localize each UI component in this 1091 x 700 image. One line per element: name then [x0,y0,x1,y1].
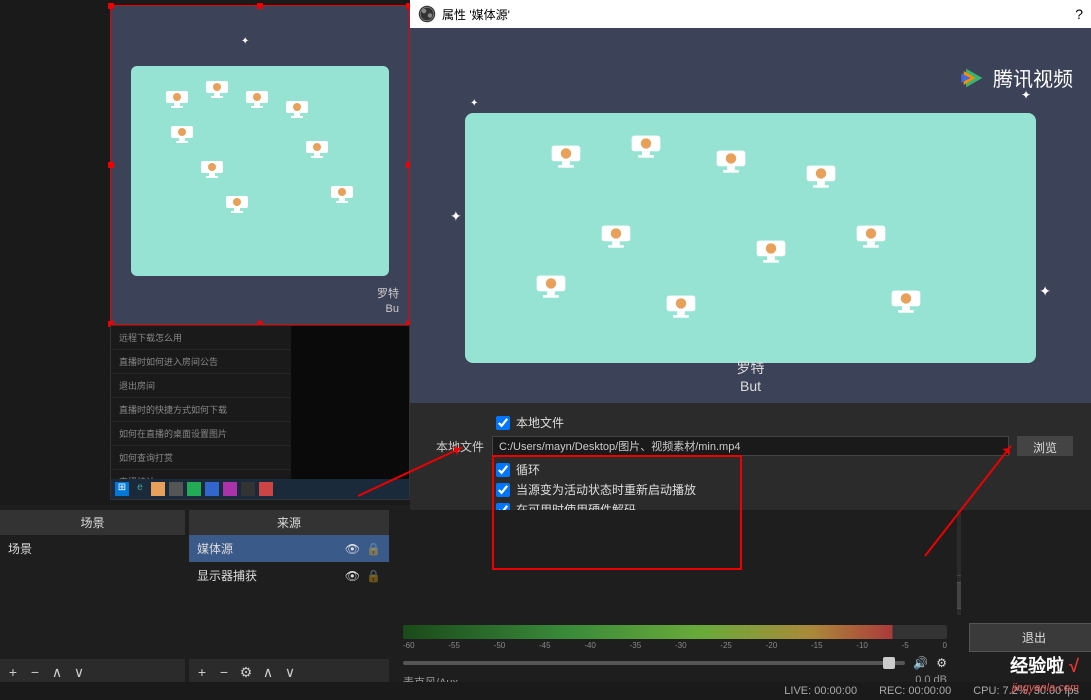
exit-button[interactable]: 退出 [969,623,1091,652]
loop-label: 循环 [516,461,540,478]
loop-checkbox[interactable] [496,463,510,477]
source-down-button[interactable]: ∨ [280,662,300,682]
visibility-icon[interactable]: 👁 [345,542,360,556]
restart-on-activate-label: 当源变为活动状态时重新启动播放 [516,481,696,498]
sources-panel: 来源 媒体源 👁 🔒 显示器捕获 👁 🔒 + − ⚙ ∧ ∨ [189,510,389,685]
add-source-button[interactable]: + [192,662,212,682]
source-settings-button[interactable]: ⚙ [236,662,256,682]
local-file-path-input[interactable] [492,436,1009,456]
scenes-header: 场景 [0,510,185,535]
resize-handle[interactable] [108,3,114,9]
browse-button[interactable]: 浏览 [1017,436,1073,456]
dialog-title-text: 属性 '媒体源' [442,6,510,23]
dialog-titlebar[interactable]: 属性 '媒体源' ? [410,0,1091,28]
local-file-checkbox[interactable] [496,416,510,430]
help-button[interactable]: ? [1075,6,1083,22]
volume-slider[interactable] [403,661,905,665]
resize-handle[interactable] [108,162,114,168]
display-capture-thumbnail: 远程下载怎么用 直播时如何进入房间公告 退出房间 直播时的快捷方式如何下载 如何… [110,325,410,500]
restart-on-activate-checkbox[interactable] [496,483,510,497]
mixer-gear-icon[interactable]: ⚙ [936,656,947,670]
add-scene-button[interactable]: + [3,662,23,682]
scene-up-button[interactable]: ∧ [47,662,67,682]
dialog-preview-area: 腾讯视频 ✦ ✦ ✦ ✦ 罗特 But [410,28,1091,403]
status-rec: REC: 00:00:00 [879,685,951,697]
remove-source-button[interactable]: − [214,662,234,682]
scene-item[interactable]: 场景 [0,535,185,562]
resize-handle[interactable] [257,3,263,9]
lock-icon[interactable]: 🔒 [366,542,381,556]
speaker-icon[interactable]: 🔊 [913,656,928,670]
tencent-video-icon [959,64,987,92]
scenes-panel: 场景 场景 + − ∧ ∨ [0,510,185,685]
dialog-video-subtitle: 罗特 But [737,359,765,395]
video-brand-logo: 腾讯视频 [959,63,1073,92]
scene-down-button[interactable]: ∨ [69,662,89,682]
mixer-track: -60-55-50-45-40-35-30-25-20-15-10-50 🔊 ⚙… [393,615,957,685]
video-subtitle: 罗特 Bu [377,287,399,316]
status-bar: LIVE: 00:00:00 REC: 00:00:00 CPU: 7.2%, … [0,682,1091,700]
source-up-button[interactable]: ∧ [258,662,278,682]
audio-mixer-panel: -60-55-50-45-40-35-30-25-20-15-10-50 🔊 ⚙… [393,510,957,685]
source-item-media[interactable]: 媒体源 👁 🔒 [189,535,389,562]
sources-list[interactable]: 媒体源 👁 🔒 显示器捕获 👁 🔒 [189,535,389,659]
status-live: LIVE: 00:00:00 [784,685,857,697]
obs-icon [418,5,436,23]
meter-scale: -60-55-50-45-40-35-30-25-20-15-10-50 [403,641,947,650]
lock-icon[interactable]: 🔒 [366,569,381,583]
source-item-display[interactable]: 显示器捕获 👁 🔒 [189,562,389,589]
sources-header: 来源 [189,510,389,535]
dialog-video-content [465,113,1036,363]
watermark-url: jingyanla.com [1012,682,1079,694]
watermark-logo: 经验啦 √ [1010,652,1079,678]
preview-selected-source[interactable]: ✦ ✦ ✦ 罗特 Bu [110,5,410,325]
visibility-icon[interactable]: 👁 [345,569,360,583]
main-preview-area: ✦ ✦ ✦ 罗特 Bu 远程下载怎么用 直播时如何进入房间公告 退出房间 直播时… [0,0,410,505]
scenes-list[interactable]: 场景 [0,535,185,659]
taskbar-thumbnail: ⊞ e [111,479,409,499]
video-content-map [131,66,389,276]
remove-scene-button[interactable]: − [25,662,45,682]
local-file-checkbox-label: 本地文件 [516,414,564,431]
audio-meter [403,625,947,639]
bottom-panels: 场景 场景 + − ∧ ∨ 来源 媒体源 👁 🔒 显示器捕获 👁 🔒 [0,510,1091,685]
local-file-label: 本地文件 [428,438,484,455]
